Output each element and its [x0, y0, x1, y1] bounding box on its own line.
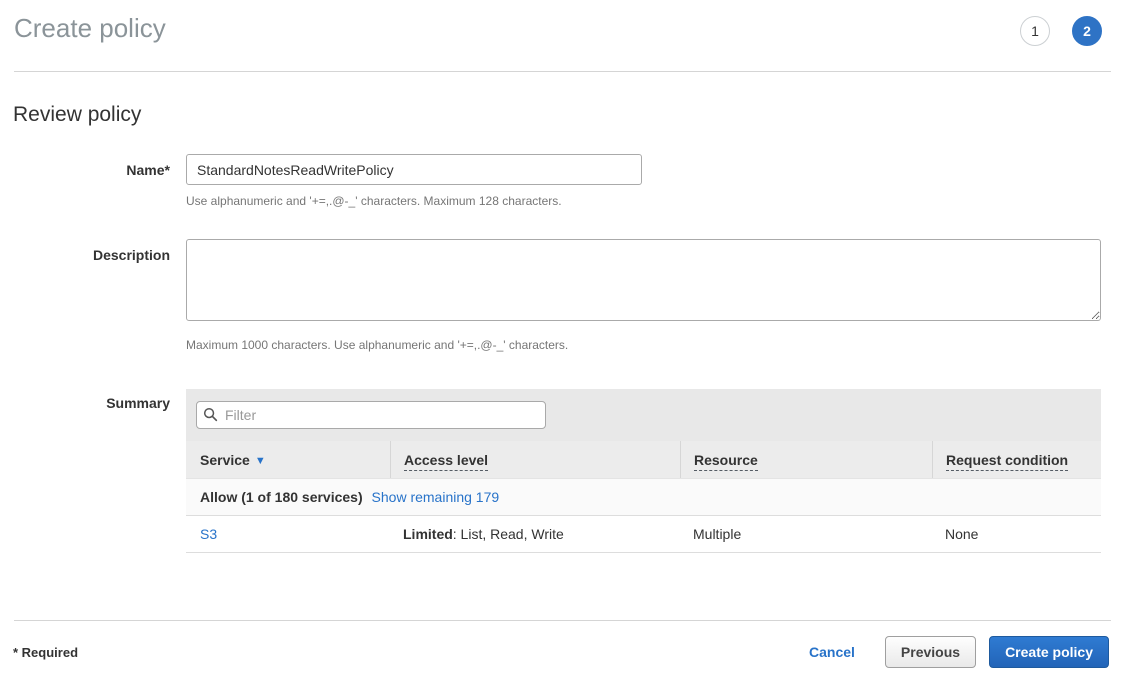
sort-desc-icon: ▼ — [255, 455, 266, 467]
create-policy-button[interactable]: Create policy — [989, 636, 1109, 668]
wizard-step-1[interactable]: 1 — [1020, 16, 1050, 46]
request-condition-cell: None — [932, 516, 1101, 552]
description-help-text: Maximum 1000 characters. Use alphanumeri… — [186, 338, 1101, 352]
service-s3-link[interactable]: S3 — [200, 526, 217, 542]
search-icon — [203, 407, 218, 422]
resource-cell: Multiple — [680, 516, 932, 552]
page-header: Create policy 1 2 — [0, 0, 1125, 71]
allow-group-label: Allow (1 of 180 services) — [200, 489, 363, 505]
summary-label: Summary — [0, 389, 170, 411]
table-row: S3 Limited: List, Read, Write Multiple N… — [186, 516, 1101, 553]
filter-input-wrap — [196, 401, 546, 429]
name-label: Name* — [0, 154, 170, 178]
access-level-rest: : List, Read, Write — [453, 526, 564, 542]
description-label: Description — [0, 239, 170, 263]
summary-filter-input[interactable] — [196, 401, 546, 429]
wizard-step-2-label: 2 — [1083, 23, 1091, 39]
column-header-resource-label[interactable]: Resource — [694, 452, 758, 471]
column-header-service-label: Service — [200, 452, 250, 468]
wizard-step-2[interactable]: 2 — [1072, 16, 1102, 46]
required-note: * Required — [13, 645, 78, 660]
column-header-access-level: Access level — [390, 441, 680, 478]
summary-table: Service ▼ Access level Resource Request c… — [186, 389, 1101, 553]
column-header-request-condition-label[interactable]: Request condition — [946, 452, 1068, 471]
wizard-step-1-label: 1 — [1031, 23, 1039, 39]
footer-actions: Cancel Previous Create policy — [809, 636, 1109, 668]
wizard-steps: 1 2 — [1020, 16, 1102, 46]
page-footer: * Required Cancel Previous Create policy — [0, 620, 1125, 684]
summary-table-header: Service ▼ Access level Resource Request c… — [186, 441, 1101, 478]
previous-button[interactable]: Previous — [885, 636, 976, 668]
column-header-access-level-label[interactable]: Access level — [404, 452, 488, 471]
description-row: Description Maximum 1000 characters. Use… — [0, 239, 1125, 352]
column-header-resource: Resource — [680, 441, 932, 478]
access-level-cell: Limited: List, Read, Write — [390, 516, 680, 552]
name-field-wrap: Use alphanumeric and '+=,.@-_' character… — [186, 154, 1101, 208]
main-content: Review policy Name* Use alphanumeric and… — [0, 72, 1125, 620]
description-field-wrap: Maximum 1000 characters. Use alphanumeri… — [186, 239, 1101, 352]
policy-name-input[interactable] — [186, 154, 642, 185]
service-cell: S3 — [186, 516, 390, 552]
access-level-prefix: Limited — [403, 526, 453, 542]
summary-filter-strip — [186, 389, 1101, 441]
policy-description-textarea[interactable] — [186, 239, 1101, 321]
section-title: Review policy — [13, 103, 1125, 127]
page-title: Create policy — [14, 12, 166, 44]
column-header-request-condition: Request condition — [932, 441, 1101, 478]
column-header-service[interactable]: Service ▼ — [186, 441, 390, 478]
summary-row: Summary Service ▼ Access level — [0, 389, 1125, 553]
footer-bar: * Required Cancel Previous Create policy — [0, 621, 1125, 684]
allow-group-row: Allow (1 of 180 services) Show remaining… — [186, 478, 1101, 516]
cancel-link[interactable]: Cancel — [809, 644, 855, 660]
name-row: Name* Use alphanumeric and '+=,.@-_' cha… — [0, 154, 1125, 208]
show-remaining-link[interactable]: Show remaining 179 — [372, 489, 500, 505]
name-help-text: Use alphanumeric and '+=,.@-_' character… — [186, 194, 1101, 208]
